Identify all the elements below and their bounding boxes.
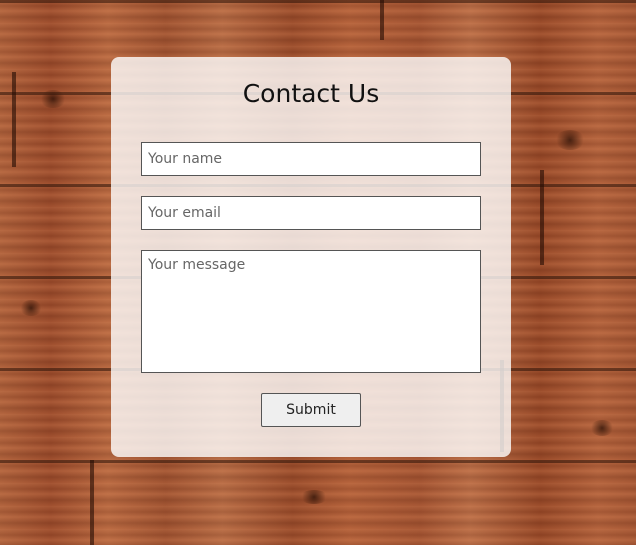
- wood-knot: [300, 490, 328, 504]
- email-input[interactable]: [141, 196, 481, 230]
- wood-knot: [590, 420, 614, 436]
- plank-seam: [380, 0, 384, 40]
- wood-knot: [20, 300, 42, 316]
- message-textarea[interactable]: [141, 250, 481, 373]
- plank-seam: [12, 72, 16, 167]
- contact-form-card: Contact Us Submit: [111, 57, 511, 457]
- form-title: Contact Us: [242, 79, 380, 108]
- submit-button[interactable]: Submit: [261, 393, 361, 427]
- wood-knot: [40, 90, 66, 108]
- name-input[interactable]: [141, 142, 481, 176]
- wood-knot: [555, 130, 585, 150]
- plank-seam: [540, 170, 544, 265]
- plank-seam: [90, 460, 94, 545]
